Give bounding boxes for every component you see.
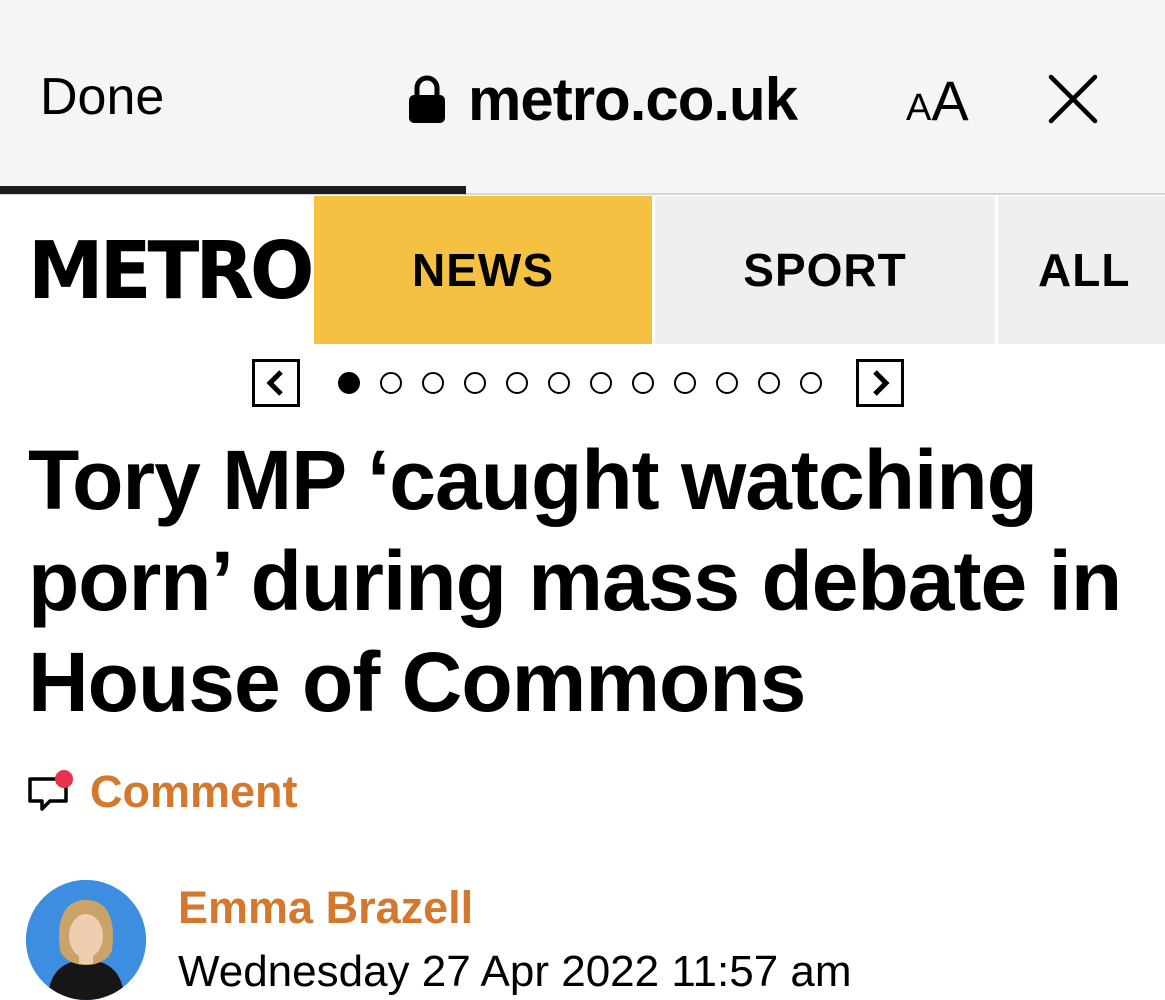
- carousel-dot[interactable]: [758, 372, 780, 394]
- carousel-dot[interactable]: [590, 372, 612, 394]
- page-load-progress: [0, 186, 466, 194]
- tab-all[interactable]: ALL: [998, 196, 1165, 344]
- metro-logo[interactable]: METRO: [28, 218, 315, 323]
- carousel-next-button[interactable]: [856, 359, 904, 407]
- tab-news[interactable]: NEWS: [314, 196, 652, 344]
- carousel-dot[interactable]: [632, 372, 654, 394]
- carousel-dot[interactable]: [674, 372, 696, 394]
- carousel-dot[interactable]: [338, 372, 360, 394]
- carousel-dot[interactable]: [422, 372, 444, 394]
- text-size-button[interactable]: A A: [906, 68, 969, 132]
- comment-label: Comment: [90, 766, 298, 817]
- address-bar[interactable]: metro.co.uk: [408, 64, 798, 134]
- speech-bubble-icon: [28, 770, 73, 811]
- site-header: METRO NEWS SPORT ALL: [0, 196, 1165, 344]
- comment-button[interactable]: Comment: [26, 762, 298, 822]
- text-size-large-label: A: [931, 69, 969, 132]
- url-text: metro.co.uk: [468, 65, 798, 133]
- carousel-dot[interactable]: [380, 372, 402, 394]
- text-size-small-label: A: [906, 87, 932, 129]
- carousel-dots: [338, 372, 822, 394]
- author-avatar[interactable]: [26, 880, 146, 1000]
- author-name[interactable]: Emma Brazell: [178, 880, 473, 936]
- carousel-prev-button[interactable]: [252, 359, 300, 407]
- browser-toolbar: Done metro.co.uk A A: [0, 0, 1165, 194]
- article-headline: Tory MP ‘caught watching porn’ during ma…: [28, 433, 1122, 729]
- done-button[interactable]: Done: [40, 64, 164, 130]
- chevron-right-icon: [873, 370, 890, 396]
- carousel-dot[interactable]: [548, 372, 570, 394]
- close-icon[interactable]: [1046, 72, 1100, 126]
- article-carousel: [252, 357, 904, 409]
- carousel-dot[interactable]: [464, 372, 486, 394]
- carousel-dot[interactable]: [716, 372, 738, 394]
- lock-icon: [409, 75, 445, 123]
- tab-sport[interactable]: SPORT: [655, 196, 995, 344]
- author-photo: [26, 880, 146, 1000]
- chevron-left-icon: [266, 370, 283, 396]
- publish-date: Wednesday 27 Apr 2022 11:57 am: [178, 947, 852, 996]
- carousel-dot[interactable]: [800, 372, 822, 394]
- carousel-dot[interactable]: [506, 372, 528, 394]
